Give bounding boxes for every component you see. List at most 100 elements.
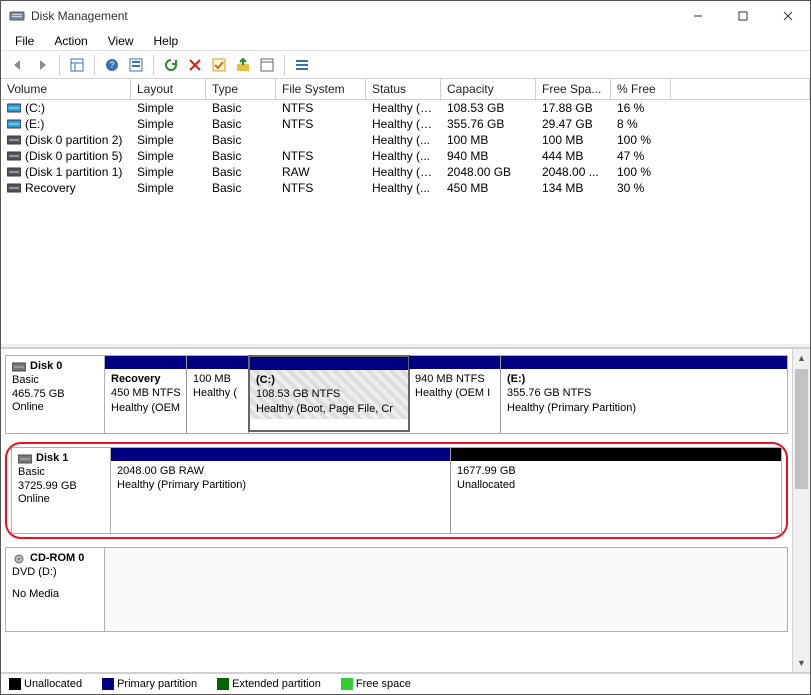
volume-row[interactable]: RecoverySimpleBasicNTFSHealthy (...450 M… [1, 180, 810, 196]
partition-block[interactable]: (C:)108.53 GB NTFSHealthy (Boot, Page Fi… [248, 355, 410, 432]
volume-body[interactable]: (C:)SimpleBasicNTFSHealthy (B...108.53 G… [1, 100, 810, 344]
volume-fs: NTFS [276, 180, 366, 196]
check-button[interactable] [208, 54, 230, 76]
disk-1-title: Disk 1 [36, 452, 68, 466]
col-status[interactable]: Status [366, 79, 441, 99]
minimize-button[interactable] [675, 1, 720, 31]
help-button[interactable]: ? [101, 54, 123, 76]
volume-row[interactable]: (E:)SimpleBasicNTFSHealthy (P...355.76 G… [1, 116, 810, 132]
col-layout[interactable]: Layout [131, 79, 206, 99]
toolbar-sep [94, 55, 95, 75]
refresh-button[interactable] [160, 54, 182, 76]
window-title: Disk Management [31, 9, 675, 23]
disk-0-type: Basic [12, 374, 98, 388]
properties-button[interactable] [256, 54, 278, 76]
export-button[interactable] [232, 54, 254, 76]
partition-label: 2048.00 GB RAWHealthy (Primary Partition… [111, 461, 450, 496]
volume-free: 17.88 GB [536, 100, 611, 116]
volume-pfree: 47 % [611, 148, 671, 164]
cdrom-row: CD-ROM 0 DVD (D:) No Media [5, 547, 788, 632]
disk-1-type: Basic [18, 466, 104, 480]
partition-block[interactable]: 100 MBHealthy ( [187, 356, 249, 433]
cdrom-media: No Media [12, 588, 98, 602]
app-icon [9, 8, 25, 24]
partition-label: 940 MB NTFSHealthy (OEM I [409, 369, 500, 404]
volume-name: (C:) [25, 101, 45, 115]
menu-help[interactable]: Help [144, 32, 189, 50]
col-volume[interactable]: Volume [1, 79, 131, 99]
partition-block[interactable]: 940 MB NTFSHealthy (OEM I [409, 356, 501, 433]
disk-0-partitions: Recovery450 MB NTFSHealthy (OEM100 MBHea… [105, 355, 788, 434]
volume-fs: NTFS [276, 100, 366, 116]
list-view-button[interactable] [291, 54, 313, 76]
legend-primary: Primary partition [102, 678, 197, 690]
back-button[interactable] [7, 54, 29, 76]
volume-free: 2048.00 ... [536, 164, 611, 180]
toolbar-sep [284, 55, 285, 75]
cdrom-partitions [105, 547, 788, 632]
col-pfree[interactable]: % Free [611, 79, 671, 99]
disk-1-row: Disk 1 Basic 3725.99 GB Online 2048.00 G… [11, 447, 782, 534]
partition-label: Recovery450 MB NTFSHealthy (OEM [105, 369, 186, 418]
hdd-icon [18, 454, 32, 464]
volume-row[interactable]: (C:)SimpleBasicNTFSHealthy (B...108.53 G… [1, 100, 810, 116]
disk-1-state: Online [18, 493, 104, 507]
partition-label: 100 MBHealthy ( [187, 369, 248, 404]
cdrom-icon [12, 554, 26, 564]
volume-fs: NTFS [276, 148, 366, 164]
titlebar: Disk Management [1, 1, 810, 31]
scroll-down-icon[interactable]: ▼ [793, 654, 810, 672]
hdd-icon [12, 362, 26, 372]
col-free[interactable]: Free Spa... [536, 79, 611, 99]
volume-header-row: Volume Layout Type File System Status Ca… [1, 79, 810, 100]
settings-button[interactable] [125, 54, 147, 76]
volume-pfree: 100 % [611, 132, 671, 148]
graphical-scroll[interactable]: Disk 0 Basic 465.75 GB Online Recovery45… [1, 349, 792, 672]
col-filesystem[interactable]: File System [276, 79, 366, 99]
disk-1-info[interactable]: Disk 1 Basic 3725.99 GB Online [11, 447, 111, 534]
view-button[interactable] [66, 54, 88, 76]
scrollbar[interactable]: ▲ ▼ [792, 349, 810, 672]
legend-unallocated: Unallocated [9, 678, 82, 690]
partition-bar [409, 356, 500, 369]
volume-layout: Simple [131, 100, 206, 116]
partition-bar [250, 357, 408, 370]
volume-name: (Disk 1 partition 1) [25, 165, 122, 179]
volume-status: Healthy (B... [366, 100, 441, 116]
partition-block[interactable]: 2048.00 GB RAWHealthy (Primary Partition… [111, 448, 451, 533]
col-type[interactable]: Type [206, 79, 276, 99]
scroll-up-icon[interactable]: ▲ [793, 349, 810, 367]
volume-row[interactable]: (Disk 0 partition 5)SimpleBasicNTFSHealt… [1, 148, 810, 164]
col-spacer [671, 79, 810, 99]
col-capacity[interactable]: Capacity [441, 79, 536, 99]
delete-button[interactable] [184, 54, 206, 76]
disk-1-partitions: 2048.00 GB RAWHealthy (Primary Partition… [111, 447, 782, 534]
forward-button[interactable] [31, 54, 53, 76]
menu-file[interactable]: File [5, 32, 44, 50]
volume-capacity: 108.53 GB [441, 100, 536, 116]
volume-free: 29.47 GB [536, 116, 611, 132]
volume-row[interactable]: (Disk 1 partition 1)SimpleBasicRAWHealth… [1, 164, 810, 180]
window: Disk Management File Action View Help ? [0, 0, 811, 695]
partition-bar [187, 356, 248, 369]
cdrom-title: CD-ROM 0 [30, 552, 84, 566]
volume-status: Healthy (P... [366, 164, 441, 180]
partition-bar [111, 448, 450, 461]
menu-view[interactable]: View [98, 32, 144, 50]
disk-0-info[interactable]: Disk 0 Basic 465.75 GB Online [5, 355, 105, 434]
volume-row[interactable]: (Disk 0 partition 2)SimpleBasicHealthy (… [1, 132, 810, 148]
partition-block[interactable]: Recovery450 MB NTFSHealthy (OEM [105, 356, 187, 433]
maximize-button[interactable] [720, 1, 765, 31]
cdrom-drive: DVD (D:) [12, 566, 98, 580]
window-buttons [675, 1, 810, 31]
volume-icon [7, 167, 21, 177]
cdrom-info[interactable]: CD-ROM 0 DVD (D:) No Media [5, 547, 105, 632]
legend: Unallocated Primary partition Extended p… [1, 672, 810, 694]
partition-block[interactable]: (E:)355.76 GB NTFSHealthy (Primary Parti… [501, 356, 787, 433]
scroll-thumb[interactable] [795, 369, 808, 489]
menu-action[interactable]: Action [44, 32, 97, 50]
volume-capacity: 940 MB [441, 148, 536, 164]
volume-pfree: 30 % [611, 180, 671, 196]
partition-block[interactable]: 1677.99 GBUnallocated [451, 448, 781, 533]
close-button[interactable] [765, 1, 810, 31]
